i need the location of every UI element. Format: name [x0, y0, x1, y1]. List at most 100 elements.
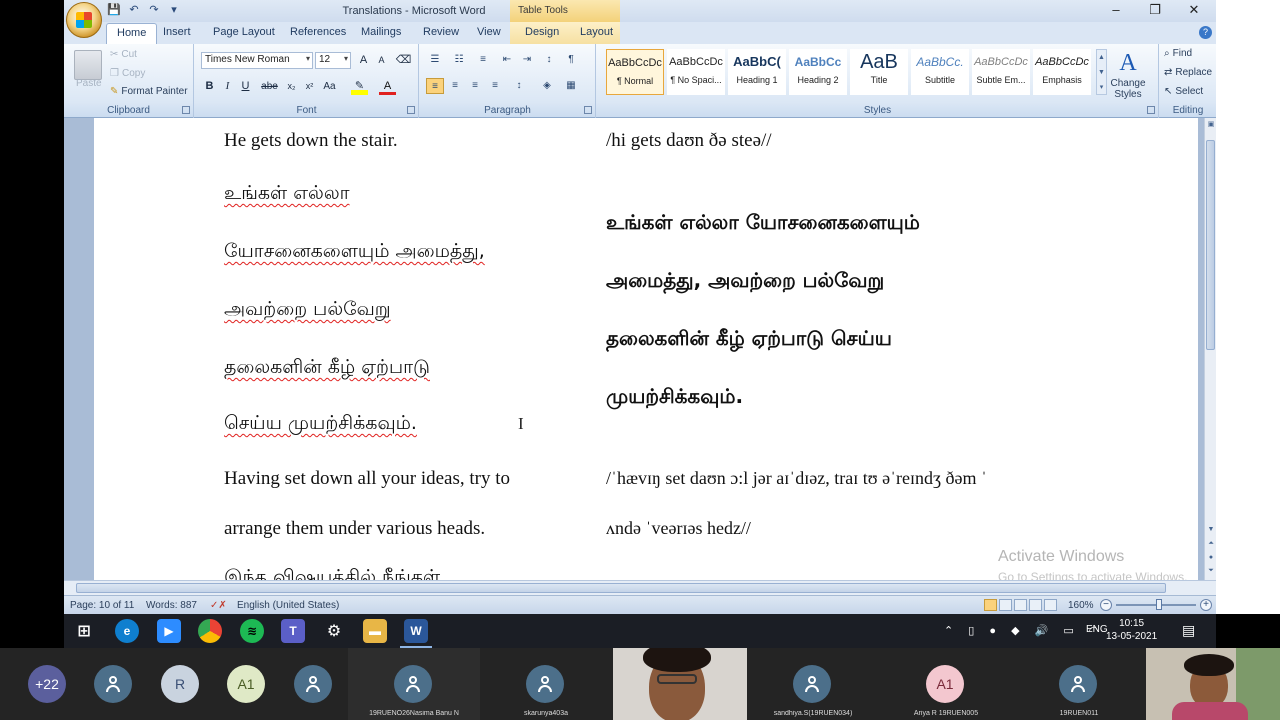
style-normal[interactable]: AaBbCcDc ¶ Normal — [606, 49, 664, 95]
participant-tile[interactable]: skarunya403a — [480, 648, 612, 720]
chrome-icon[interactable] — [198, 619, 222, 643]
highlight-icon[interactable]: ✎ — [351, 78, 368, 95]
change-case-icon[interactable]: Aa — [321, 78, 338, 95]
prev-page-icon[interactable]: ⏶ — [1206, 540, 1216, 548]
numbering-icon[interactable]: ☷ — [450, 52, 468, 68]
align-left-icon[interactable]: ≡ — [426, 78, 444, 94]
font-launcher[interactable] — [407, 106, 415, 114]
zoom-icon[interactable]: ▶ — [157, 619, 181, 643]
proofing-icon[interactable]: ✓✗ — [210, 600, 227, 611]
next-page-icon[interactable]: ⏷ — [1206, 567, 1216, 575]
paste-button[interactable]: Paste — [76, 78, 102, 89]
superscript-icon[interactable]: x² — [301, 78, 318, 95]
horizontal-scrollbar[interactable] — [64, 580, 1216, 595]
style-heading-2[interactable]: AaBbCc Heading 2 — [789, 49, 847, 95]
tab-references[interactable]: References — [290, 26, 346, 38]
tab-review[interactable]: Review — [423, 26, 459, 38]
participant-tile[interactable]: sandhiya.S(19RUEN034) — [747, 648, 879, 720]
cut-button[interactable]: ✂ Cut — [110, 49, 137, 60]
underline-icon[interactable]: U — [237, 78, 254, 95]
office-button[interactable] — [66, 2, 102, 38]
document-page[interactable]: He gets down the stair. உங்கள் எல்லா யோச… — [94, 118, 1198, 580]
participant-tile[interactable]: A1 Ariya R 19RUEN005 — [880, 648, 1012, 720]
replace-button[interactable]: ⇄ Replace — [1164, 67, 1212, 78]
windows-start-icon[interactable]: ⊞ — [72, 619, 96, 643]
style-title[interactable]: AaB Title — [850, 49, 908, 95]
styles-launcher[interactable] — [1147, 106, 1155, 114]
font-size-box[interactable]: 12 ▾ — [315, 52, 351, 69]
outline-icon[interactable] — [1029, 599, 1042, 611]
vertical-scrollbar[interactable]: ▣ ▼ ⏶ ● ⏷ — [1204, 118, 1216, 580]
tab-view[interactable]: View — [477, 26, 501, 38]
bold-icon[interactable]: B — [201, 78, 218, 95]
strikethrough-icon[interactable]: abe — [261, 78, 278, 95]
tab-design[interactable]: Design — [525, 26, 559, 38]
settings-gear-icon[interactable]: ⚙ — [322, 619, 346, 643]
align-right-icon[interactable]: ≡ — [466, 78, 484, 94]
style-subtle-emphasis[interactable]: AaBbCcDc Subtle Em... — [972, 49, 1030, 95]
participant-avatar[interactable]: A1 — [227, 665, 265, 703]
copy-button[interactable]: ❐ Copy — [110, 68, 145, 79]
paragraph-launcher[interactable] — [584, 106, 592, 114]
tab-layout[interactable]: Layout — [580, 26, 613, 38]
bullets-icon[interactable]: ☰ — [426, 52, 444, 68]
vertical-scroll-thumb[interactable] — [1206, 140, 1215, 350]
zoom-out-icon[interactable]: − — [1100, 599, 1112, 611]
browse-object-icon[interactable]: ● — [1206, 554, 1216, 561]
participant-video[interactable] — [613, 648, 747, 720]
decrease-indent-icon[interactable]: ⇤ — [498, 52, 516, 68]
paste-icon[interactable] — [74, 50, 102, 80]
language-indicator[interactable]: English (United States) — [237, 600, 339, 611]
tab-home[interactable]: Home — [106, 23, 158, 45]
select-button[interactable]: ↖ Select — [1164, 86, 1203, 97]
clipboard-launcher[interactable] — [182, 106, 190, 114]
gallery-scroll[interactable]: ▲ ▼ ▾ — [1096, 49, 1107, 95]
zoom-slider-thumb[interactable] — [1156, 599, 1162, 610]
restore-button[interactable]: ❐ — [1140, 2, 1170, 18]
edge-icon[interactable]: e — [115, 619, 139, 643]
file-explorer-icon[interactable]: ▬ — [363, 619, 387, 643]
word-icon[interactable]: W — [404, 619, 428, 643]
font-color-icon[interactable]: A — [379, 78, 396, 95]
sort-icon[interactable]: ↕ — [540, 52, 558, 68]
borders-icon[interactable]: ▦ — [562, 78, 580, 94]
zoom-in-icon[interactable]: + — [1200, 599, 1212, 611]
shrink-font-icon[interactable]: A — [373, 52, 390, 69]
participant-tile[interactable]: 19RUEN011 — [1013, 648, 1145, 720]
participant-avatar[interactable] — [94, 665, 132, 703]
scroll-down-icon[interactable]: ▼ — [1206, 526, 1216, 533]
clock[interactable]: 10:15 13-05-2021 — [1106, 617, 1157, 643]
tab-insert[interactable]: Insert — [163, 26, 191, 38]
page-count[interactable]: Page: 10 of 11 — [70, 600, 134, 611]
find-button[interactable]: ⌕ Find — [1164, 48, 1192, 59]
more-participants-badge[interactable]: +22 — [28, 665, 66, 703]
teams-icon[interactable]: T — [281, 619, 305, 643]
spotify-icon[interactable]: ≋ — [240, 619, 264, 643]
italic-icon[interactable]: I — [219, 78, 236, 95]
help-icon[interactable]: ? — [1199, 26, 1212, 39]
change-styles-button[interactable]: A Change Styles — [1108, 48, 1148, 100]
align-center-icon[interactable]: ≡ — [446, 78, 464, 94]
grow-font-icon[interactable]: A — [355, 52, 372, 69]
zoom-level[interactable]: 160% — [1068, 600, 1094, 611]
style-no-spacing[interactable]: AaBbCcDc ¶ No Spaci... — [667, 49, 725, 95]
font-name-box[interactable]: Times New Roman ▾ — [201, 52, 313, 69]
participant-tile[interactable]: 19RUENO26Nasima Banu N — [348, 648, 480, 720]
horizontal-scroll-thumb[interactable] — [76, 583, 1166, 593]
style-heading-1[interactable]: AaBbC(Heading 1 — [728, 49, 786, 95]
format-painter-button[interactable]: ✎ Format Painter — [110, 86, 188, 97]
clear-format-icon[interactable]: ⌫ — [395, 52, 412, 69]
draft-icon[interactable] — [1044, 599, 1057, 611]
multilevel-list-icon[interactable]: ≡ — [474, 52, 492, 68]
web-layout-icon[interactable] — [1014, 599, 1027, 611]
host-video[interactable] — [1146, 648, 1280, 720]
justify-icon[interactable]: ≡ — [486, 78, 504, 94]
participant-avatar[interactable] — [294, 665, 332, 703]
ruler-toggle-icon[interactable]: ▣ — [1206, 120, 1216, 128]
close-button[interactable]: ✕ — [1179, 2, 1209, 18]
full-screen-reading-icon[interactable] — [999, 599, 1012, 611]
line-spacing-icon[interactable]: ↕ — [510, 78, 528, 94]
print-layout-icon[interactable] — [984, 599, 997, 611]
style-emphasis[interactable]: AaBbCcDc Emphasis — [1033, 49, 1091, 95]
minimize-button[interactable]: – — [1101, 2, 1131, 17]
